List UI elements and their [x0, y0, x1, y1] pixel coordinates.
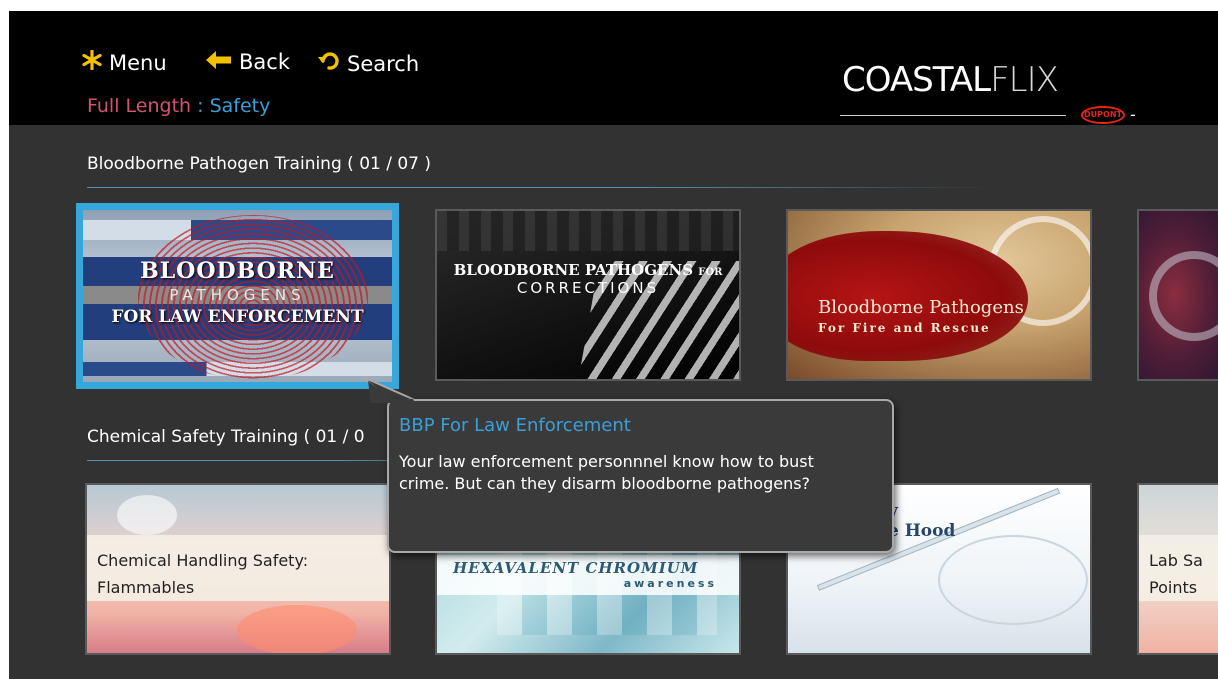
tile-partial-lab-safety[interactable]: Lab Sa Points	[1137, 483, 1218, 655]
logo-dash: -	[1130, 105, 1136, 124]
row-title-chemical: Chemical Safety Training ( 01 / 0	[87, 427, 365, 447]
back-label: Back	[239, 50, 290, 74]
search-button[interactable]: Search	[318, 50, 419, 77]
search-label: Search	[347, 51, 420, 76]
tile-title-line1: Chemical Handling Safety:	[97, 551, 309, 570]
tile-title-line2: For Fire and Rescue	[818, 321, 991, 335]
tile-title-line2: awareness	[623, 577, 717, 590]
dupont-wordmark: DUPONT	[1084, 110, 1122, 119]
petri-dish-art	[938, 535, 1088, 625]
tile-title-line3: FOR LAW ENFORCEMENT	[111, 307, 364, 327]
dupont-logo: DUPONT	[1081, 106, 1125, 124]
breadcrumb-section: Safety	[209, 95, 271, 117]
tile-bbp-fire-rescue[interactable]: Bloodborne Pathogens For Fire and Rescue	[786, 209, 1092, 381]
tile-title-line2: CORRECTIONS	[516, 279, 660, 297]
bokeh-art	[237, 605, 357, 653]
tile-title: Chemical Handling Safety: Flammables	[97, 547, 377, 601]
arrow-left-icon	[206, 50, 232, 74]
logo-wordmark: COASTALFLIX	[842, 60, 1059, 100]
logo-brand-thin: FLIX	[990, 60, 1059, 100]
tv-screen: Menu Back Search Full Length : Safety CO…	[9, 11, 1218, 679]
tile-title-line2: PATHOGENS	[169, 286, 306, 304]
tile-title-line1: Lab Sa	[1149, 551, 1203, 570]
tooltip-title: BBP For Law Enforcement	[399, 415, 631, 436]
tile-title: Lab Sa Points	[1149, 547, 1203, 601]
tile-title-line1: Bloodborne Pathogens	[818, 297, 1024, 318]
tooltip-description: Your law enforcement personnnel know how…	[399, 452, 814, 493]
logo-brand-bold: COASTAL	[842, 60, 991, 100]
tile-title-line2: Points	[1149, 578, 1198, 597]
asterisk-icon	[82, 49, 102, 75]
logo-underline	[840, 115, 1066, 116]
jail-bars-art	[437, 211, 739, 251]
description-tooltip: BBP For Law Enforcement Your law enforce…	[387, 399, 894, 553]
handcuffs-art	[1149, 251, 1218, 341]
tile-title-line1: HEXAVALENT CHROMIUM	[453, 559, 699, 577]
tile-chemical-flammables[interactable]: Chemical Handling Safety: Flammables	[85, 483, 391, 655]
row-title-bloodborne: Bloodborne Pathogen Training ( 01 / 07 )	[87, 154, 432, 174]
tile-title-line1: BLOODBORNE PATHOGENS FOR	[437, 261, 739, 279]
tile-title-line2: Flammables	[97, 578, 195, 597]
undo-arrow-icon	[318, 50, 340, 77]
tile-bbp-law-enforcement[interactable]: BLOODBORNE PATHOGENS FOR LAW ENFORCEMENT	[76, 203, 399, 389]
menu-button[interactable]: Menu	[82, 49, 167, 75]
tile-title-line1: y	[888, 501, 955, 521]
tile-title-line1: BLOODBORNE	[140, 258, 335, 284]
header-bar: Menu Back Search Full Length : Safety CO…	[9, 11, 1218, 125]
bokeh-art	[117, 495, 177, 535]
back-button[interactable]: Back	[206, 50, 290, 74]
tile-bbp-corrections[interactable]: BLOODBORNE PATHOGENS FOR CORRECTIONS	[435, 209, 741, 381]
tile-title-line2: e Hood	[888, 521, 956, 541]
breadcrumb: Full Length : Safety	[87, 95, 270, 117]
row-divider	[87, 187, 997, 188]
breadcrumb-category: Full Length	[87, 95, 192, 117]
tile-partial-handcuffs[interactable]	[1137, 209, 1218, 381]
menu-label: Menu	[109, 50, 167, 75]
tile-title-small: FOR	[698, 267, 723, 278]
breadcrumb-separator: :	[191, 95, 210, 117]
coastalflix-logo: COASTALFLIX DUPONT -	[840, 60, 1170, 124]
tile-title: y e Hood	[888, 501, 955, 541]
tile-title-main: BLOODBORNE PATHOGENS	[453, 261, 694, 279]
